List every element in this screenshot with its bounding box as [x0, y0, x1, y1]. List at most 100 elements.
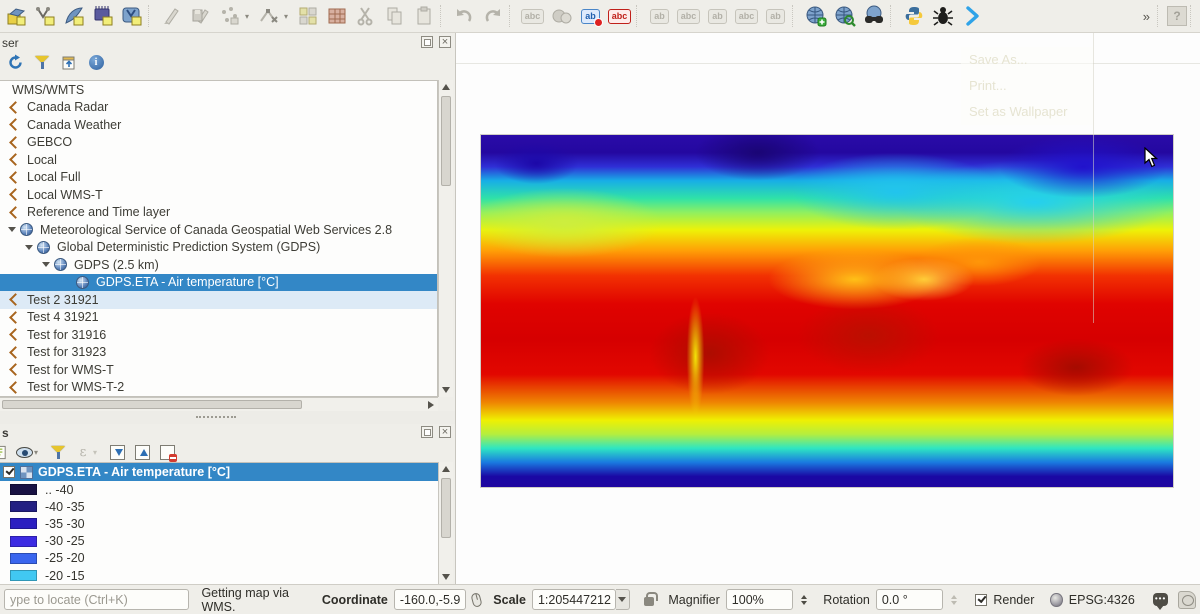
undo-icon[interactable] [450, 3, 477, 30]
chevron-icon[interactable] [958, 3, 985, 30]
styling-panel-icon[interactable] [0, 443, 8, 461]
panel-float-icon[interactable] [421, 426, 433, 438]
render-checkbox[interactable] [975, 594, 987, 606]
search-layers-icon[interactable] [860, 3, 887, 30]
tree-item-layer-selected[interactable]: GDPS.ETA - Air temperature [°C] [0, 274, 437, 292]
properties-icon[interactable]: i [87, 53, 105, 71]
scale-dropdown-icon[interactable] [616, 589, 630, 610]
filter-browser-icon[interactable] [33, 53, 51, 71]
overflow-icon[interactable]: » [1139, 9, 1154, 24]
tree-item-label: Test for WMS-T [23, 363, 114, 377]
tree-item-connection[interactable]: Local Full [0, 169, 437, 187]
wms-connection-icon [8, 101, 21, 114]
redo-icon[interactable] [479, 3, 506, 30]
label-globes-icon[interactable] [548, 3, 575, 30]
magnifier-field[interactable]: 100% [726, 589, 794, 610]
coordinate-field[interactable]: -160.0,-5.9 [394, 589, 466, 610]
tree-item-connection[interactable]: Test 4 31921 [0, 309, 437, 327]
new-geopackage-layer-icon[interactable] [118, 3, 145, 30]
tree-item-connection[interactable]: GEBCO [0, 134, 437, 152]
map-themes-icon[interactable] [15, 443, 33, 461]
layer-diagram-icon[interactable]: abc [606, 3, 633, 30]
collapse-all-icon[interactable] [60, 53, 78, 71]
labeling-disabled-icon[interactable]: abc [519, 3, 546, 30]
tree-item-label: GDPS.ETA - Air temperature [°C] [92, 275, 279, 289]
locate-input[interactable]: ype to locate (Ctrl+K) [4, 589, 189, 610]
dropdown-caret-icon[interactable]: ▾ [93, 448, 101, 457]
tree-item-wms-root[interactable]: WMS/WMTS [0, 81, 437, 99]
panel-splitter[interactable] [0, 411, 455, 424]
dropdown-caret-icon[interactable]: ▾ [245, 12, 253, 21]
crs-status[interactable]: EPSG:4326 [1069, 593, 1135, 607]
add-wms-layer-icon[interactable] [802, 3, 829, 30]
metasearch-icon[interactable] [831, 3, 858, 30]
new-shapefile-layer-icon[interactable] [31, 3, 58, 30]
modify-attributes-icon[interactable] [294, 3, 321, 30]
tree-item-connection[interactable]: Test for 31923 [0, 344, 437, 362]
map-canvas[interactable]: Save As... Print... Set as Wallpaper [455, 33, 1200, 584]
tree-item-connection[interactable]: Local [0, 151, 437, 169]
tree-item-connection[interactable]: Local WMS-T [0, 186, 437, 204]
rotation-spinner[interactable] [951, 595, 957, 605]
change-label-icon[interactable]: ab [762, 3, 789, 30]
log-messages-icon[interactable]: ••• [1153, 593, 1169, 606]
tree-item-connection[interactable]: Test for WMS-T [0, 361, 437, 379]
crs-globe-icon[interactable] [1050, 593, 1062, 607]
extents-toggle-icon[interactable] [471, 592, 483, 608]
data-source-manager-icon[interactable] [2, 3, 29, 30]
scale-lock-icon[interactable] [644, 597, 654, 606]
tree-item-connection[interactable]: Reference and Time layer [0, 204, 437, 222]
tree-item-service[interactable]: Meteorological Service of Canada Geospat… [0, 221, 437, 239]
panel-close-icon[interactable] [439, 36, 451, 48]
delete-selected-icon[interactable] [323, 3, 350, 30]
cut-features-icon[interactable] [352, 3, 379, 30]
panel-close-icon[interactable] [439, 426, 451, 438]
dropdown-caret-icon[interactable]: ▾ [34, 448, 42, 457]
new-virtual-layer-icon[interactable] [89, 3, 116, 30]
move-label-icon[interactable]: ab [704, 3, 731, 30]
expander-icon[interactable] [8, 227, 16, 232]
rotate-label-icon[interactable]: abc [733, 3, 760, 30]
tree-item-connection[interactable]: Test for 31916 [0, 326, 437, 344]
expander-icon[interactable] [42, 262, 50, 267]
map-raster-wms-air-temperature[interactable] [481, 135, 1173, 487]
scale-field[interactable]: 1:205447212 [532, 589, 616, 610]
expander-icon[interactable] [25, 245, 33, 250]
python-console-icon[interactable] [900, 3, 927, 30]
layer-labeling-icon[interactable]: ab [577, 3, 604, 30]
pin-labels-icon[interactable]: ab [646, 3, 673, 30]
expression-filter-icon[interactable]: ε [74, 443, 92, 461]
qgis-news-icon[interactable] [1178, 591, 1196, 609]
tree-item-connection[interactable]: Canada Radar [0, 99, 437, 117]
tree-item-connection[interactable]: Test 2 31921 [0, 291, 437, 309]
tree-item-connection[interactable]: Canada Weather [0, 116, 437, 134]
expand-all-icon[interactable] [108, 443, 126, 461]
tree-item-group[interactable]: GDPS (2.5 km) [0, 256, 437, 274]
copy-features-icon[interactable] [381, 3, 408, 30]
browser-vscrollbar[interactable] [438, 80, 453, 397]
new-spatialite-layer-icon[interactable] [60, 3, 87, 30]
magnifier-spinner[interactable] [801, 595, 807, 605]
bug-icon[interactable] [929, 3, 956, 30]
paste-features-icon[interactable] [410, 3, 437, 30]
layers-vscrollbar[interactable] [438, 462, 453, 584]
help-icon[interactable]: ? [1167, 6, 1187, 26]
highlight-labels-icon[interactable]: abc [675, 3, 702, 30]
digitize-icon[interactable] [216, 3, 243, 30]
panel-float-icon[interactable] [421, 36, 433, 48]
toggle-editing-icon[interactable] [158, 3, 185, 30]
tree-item-group[interactable]: Global Deterministic Prediction System (… [0, 239, 437, 257]
vertex-tool-icon[interactable] [255, 3, 282, 30]
filter-legend-icon[interactable] [49, 443, 67, 461]
dropdown-caret-icon[interactable]: ▾ [284, 12, 292, 21]
tree-item-connection[interactable]: Test for WMS-T-2 [0, 379, 437, 397]
remove-layer-icon[interactable] [158, 443, 176, 461]
save-edits-icon[interactable] [187, 3, 214, 30]
layer-row-selected[interactable]: GDPS.ETA - Air temperature [°C] [0, 463, 438, 481]
browser-hscrollbar[interactable] [0, 397, 438, 411]
layers-panel-title: s [0, 424, 455, 440]
layer-visibility-checkbox[interactable] [3, 466, 15, 478]
refresh-icon[interactable] [6, 53, 24, 71]
rotation-field[interactable]: 0.0 ° [876, 589, 944, 610]
collapse-all-layers-icon[interactable] [133, 443, 151, 461]
